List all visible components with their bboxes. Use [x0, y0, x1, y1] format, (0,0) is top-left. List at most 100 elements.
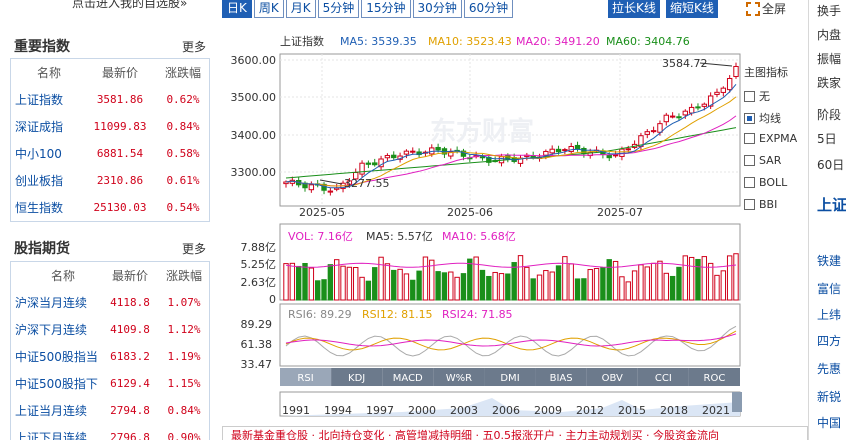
index-name[interactable]: 深证成指	[11, 118, 83, 135]
futures-row[interactable]: 沪深下月连续 4109.8 1.12%	[11, 316, 209, 343]
volume-bar	[314, 280, 321, 301]
futures-name[interactable]: 上证下月连续	[11, 429, 99, 440]
stock-link[interactable]: 中国	[817, 414, 841, 431]
shrink-k-button[interactable]: 缩短K线	[666, 0, 718, 18]
timeline-year: 2018	[660, 404, 688, 417]
stretch-k-button[interactable]: 拉长K线	[608, 0, 660, 18]
index-row[interactable]: 恒生指数 25130.03 0.54%	[11, 194, 209, 221]
price-axis: 3600.00 3500.00 3400.00 3300.00	[231, 54, 277, 179]
indicator-tab-rsi[interactable]: RSI	[280, 368, 332, 386]
fullscreen-button[interactable]: 全屏	[746, 0, 786, 17]
stock-link[interactable]: 铁建	[817, 252, 841, 269]
checkbox-icon[interactable]	[744, 177, 755, 188]
tab-monthly-k[interactable]: 月K	[285, 0, 316, 18]
futures-change: 1.07%	[167, 296, 201, 309]
tab-daily-k[interactable]: 日K	[222, 0, 252, 18]
col-header-change: 涨跌幅	[164, 66, 201, 80]
low-price-label: 3277.55	[344, 177, 390, 190]
indicator-tab-cci[interactable]: CCI	[637, 368, 689, 386]
volume-bar	[530, 278, 536, 301]
volume-bar	[448, 271, 454, 301]
stat-label: 5日	[817, 132, 837, 146]
index-row[interactable]: 上证指数 3581.86 0.62%	[11, 86, 209, 113]
futures-row[interactable]: 中证500股指当… 6183.2 1.19%	[11, 343, 209, 370]
tab-weekly-k[interactable]: 周K	[253, 0, 284, 18]
my-watchlist-link[interactable]: 点击进入我的自选股»	[72, 0, 187, 11]
rsi-tick: 61.38	[241, 338, 273, 351]
candle-body	[308, 184, 315, 191]
candle-body	[714, 91, 720, 95]
index-row[interactable]: 中小100 6881.54 0.58%	[11, 140, 209, 167]
volume-bar	[650, 262, 657, 301]
index-change: 0.62%	[166, 93, 200, 106]
candle-body	[555, 148, 562, 153]
volume-bar	[581, 278, 587, 301]
kline-chart[interactable]: 东方财富 上证指数 MA5: 3539.35 MA10: 3523.43 MA2…	[222, 28, 742, 426]
candle-body	[625, 148, 631, 151]
futures-change: 1.19%	[167, 350, 201, 363]
indicator-tab-obv[interactable]: OBV	[586, 368, 638, 386]
candle-body	[372, 162, 378, 166]
indicator-option[interactable]: SAR	[744, 154, 781, 167]
stock-link[interactable]: 上纬	[817, 306, 841, 323]
volume-bar	[435, 271, 441, 301]
futures-name[interactable]: 上证当月连续	[11, 402, 99, 419]
indicator-option[interactable]: 均线	[744, 110, 781, 126]
indicator-option[interactable]: 无	[744, 88, 770, 104]
index-name[interactable]: 创业板指	[11, 172, 83, 189]
futures-name[interactable]: 沪深当月连续	[11, 294, 99, 311]
stock-link[interactable]: 新锐	[817, 388, 841, 405]
tab-60min[interactable]: 60分钟	[463, 0, 514, 18]
price-tick: 3400.00	[231, 129, 277, 142]
volume-bar	[384, 263, 391, 301]
stock-link[interactable]: 富信	[817, 280, 841, 297]
futures-row[interactable]: 上证当月连续 2794.8 0.84%	[11, 397, 209, 424]
stock-link[interactable]: 先惠	[817, 360, 841, 377]
index-row[interactable]: 创业板指 2310.86 0.61%	[11, 167, 209, 194]
fullscreen-icon	[746, 1, 760, 16]
checkbox-icon[interactable]	[744, 90, 755, 102]
futures-price: 4118.8	[110, 296, 150, 309]
futures-name[interactable]: 沪深下月连续	[11, 321, 99, 338]
tab-5min[interactable]: 5分钟	[317, 0, 360, 18]
checkbox-icon[interactable]	[744, 112, 755, 124]
indicator-option[interactable]: BBI	[744, 198, 777, 211]
futures-row[interactable]: 沪深当月连续 4118.8 1.07%	[11, 289, 209, 316]
news-ticker[interactable]: 最新基金重仓股 · 北向持仓变化 · 高管增减持明细 · 五0.5报涨开户 · …	[222, 426, 808, 440]
index-name[interactable]: 恒生指数	[11, 199, 83, 216]
index-name[interactable]: 中小100	[11, 145, 83, 162]
timeline-handle[interactable]	[732, 392, 742, 412]
futures-header-row: 名称 最新价 涨跌幅	[11, 262, 209, 289]
futures-more-link[interactable]: 更多	[182, 240, 206, 257]
index-row[interactable]: 深证成指 11099.83 0.84%	[11, 113, 209, 140]
futures-change: 0.84%	[167, 404, 201, 417]
checkbox-icon[interactable]	[744, 199, 755, 210]
indicator-tab-bias[interactable]: BIAS	[535, 368, 587, 386]
fullscreen-label: 全屏	[762, 2, 787, 16]
checkbox-icon[interactable]	[744, 133, 755, 144]
indicator-tab-kdj[interactable]: KDJ	[331, 368, 383, 386]
index-name[interactable]: 上证指数	[11, 91, 83, 108]
tab-15min[interactable]: 15分钟	[361, 0, 411, 18]
volume-bar	[346, 266, 353, 301]
indicator-option[interactable]: EXPMA	[744, 132, 797, 145]
indicator-option[interactable]: BOLL	[744, 176, 787, 189]
indicator-tab-macd[interactable]: MACD	[382, 368, 434, 386]
candle-body	[682, 110, 688, 116]
futures-row[interactable]: 上证下月连续 2796.8 0.90%	[11, 424, 209, 440]
volume-bar	[701, 256, 708, 301]
futures-row[interactable]: 中证500股指下… 6129.4 1.15%	[11, 370, 209, 397]
indicator-tab-roc[interactable]: ROC	[688, 368, 740, 386]
volume-bar	[688, 256, 695, 301]
index-change: 0.84%	[166, 120, 200, 133]
stock-link[interactable]: 四方	[817, 332, 841, 349]
tab-30min[interactable]: 30分钟	[412, 0, 462, 18]
volume-bar	[505, 273, 511, 301]
futures-name[interactable]: 中证500股指当…	[11, 348, 99, 365]
indicator-tab-dmi[interactable]: DMI	[484, 368, 536, 386]
futures-name[interactable]: 中证500股指下…	[11, 375, 99, 392]
checkbox-icon[interactable]	[744, 155, 755, 166]
indicator-tab-wpctr[interactable]: W%R	[433, 368, 485, 386]
indices-more-link[interactable]: 更多	[182, 38, 206, 55]
index-price: 25130.03	[93, 201, 147, 214]
